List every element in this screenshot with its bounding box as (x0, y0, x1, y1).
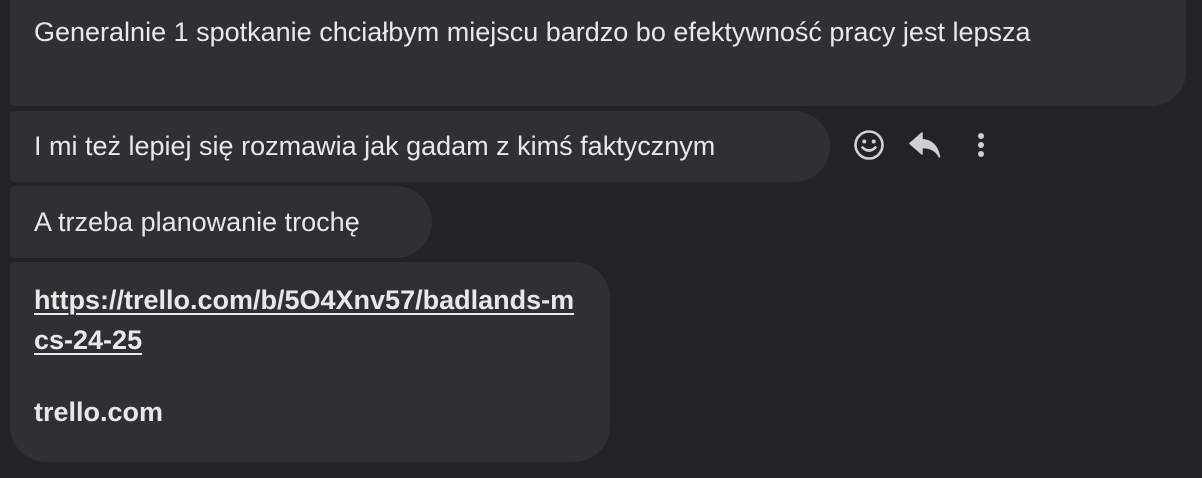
message-text: A trzeba planowanie trochę (34, 207, 360, 237)
reply-button[interactable] (904, 124, 946, 166)
react-button[interactable] (848, 124, 890, 166)
message-bubble[interactable]: I mi też lepiej się rozmawia jak gadam z… (10, 111, 830, 182)
link-message-bubble[interactable]: https://trello.com/b/5O4Xnv57/badlands-m… (10, 262, 610, 462)
reply-icon (909, 132, 941, 158)
more-vertical-icon (978, 133, 984, 157)
message-bubble[interactable]: A trzeba planowanie trochę (10, 186, 432, 258)
message-text: I mi też lepiej się rozmawia jak gadam z… (34, 131, 716, 161)
message-bubble[interactable]: Generalnie 1 spotkanie chciałbym miejscu… (10, 0, 1186, 106)
message-text: Generalnie 1 spotkanie chciałbym miejscu… (34, 17, 1031, 47)
link-preview-domain[interactable]: trello.com (34, 392, 586, 432)
smiley-icon (854, 130, 884, 160)
more-options-button[interactable] (960, 124, 1002, 166)
chat-thread: Generalnie 1 spotkanie chciałbym miejscu… (0, 0, 1202, 478)
message-link[interactable]: https://trello.com/b/5O4Xnv57/badlands-m… (34, 280, 586, 360)
message-actions (848, 124, 1016, 166)
